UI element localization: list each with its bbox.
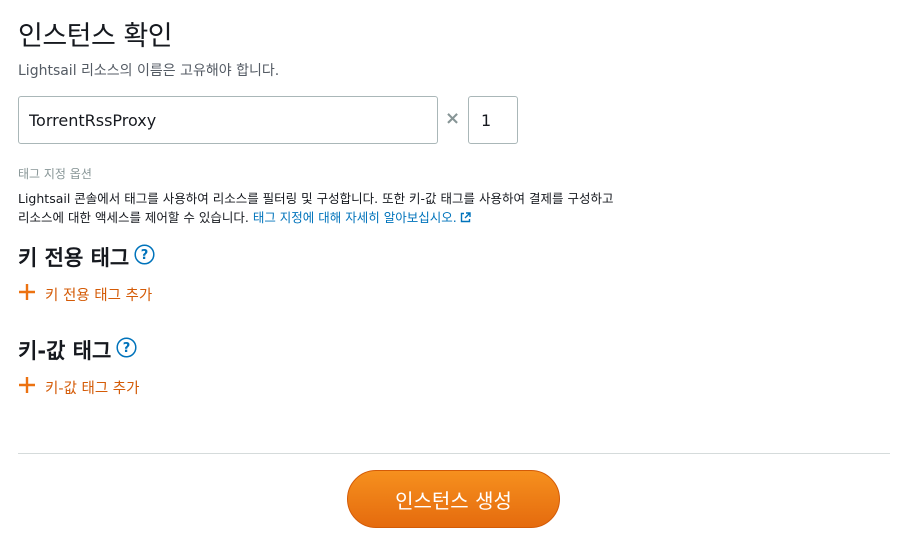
create-instance-label: 인스턴스 생성 (395, 488, 512, 513)
multiply-icon: × (445, 108, 461, 129)
learn-more-link[interactable]: 태그 지정에 대해 자세히 알아보십시오. (253, 210, 471, 225)
instance-name-input[interactable] (18, 96, 438, 144)
plus-icon (18, 376, 36, 398)
key-only-tags-heading-text: 키 전용 태그 (18, 246, 130, 270)
tag-options-label: 태그 지정 옵션 (18, 167, 92, 181)
add-key-only-tag-button[interactable]: 키 전용 태그 추가 (18, 283, 152, 305)
key-value-tags-heading: 키-값 태그 ? (18, 335, 137, 365)
add-key-only-tag-label: 키 전용 태그 추가 (45, 287, 153, 304)
svg-text:?: ? (141, 248, 149, 263)
page-subtitle: Lightsail 리소스의 이름은 고유해야 합니다. (18, 63, 280, 79)
external-link-icon (460, 209, 471, 228)
help-icon[interactable]: ? (134, 244, 155, 270)
page-title: 인스턴스 확인 (18, 21, 173, 52)
help-icon[interactable]: ? (116, 337, 137, 363)
plus-icon (18, 283, 36, 305)
key-only-tags-heading: 키 전용 태그 ? (18, 242, 155, 272)
tag-description: Lightsail 콘솔에서 태그를 사용하여 리소스를 필터링 및 구성합니다… (18, 189, 628, 228)
create-instance-button[interactable]: 인스턴스 생성 (347, 470, 560, 528)
add-key-value-tag-button[interactable]: 키-값 태그 추가 (18, 376, 140, 398)
instance-quantity-input[interactable] (468, 96, 518, 144)
add-key-value-tag-label: 키-값 태그 추가 (45, 380, 140, 397)
section-divider (18, 453, 890, 454)
key-value-tags-heading-text: 키-값 태그 (18, 339, 112, 363)
learn-more-link-label: 태그 지정에 대해 자세히 알아보십시오. (252, 210, 457, 225)
svg-text:?: ? (123, 341, 131, 356)
